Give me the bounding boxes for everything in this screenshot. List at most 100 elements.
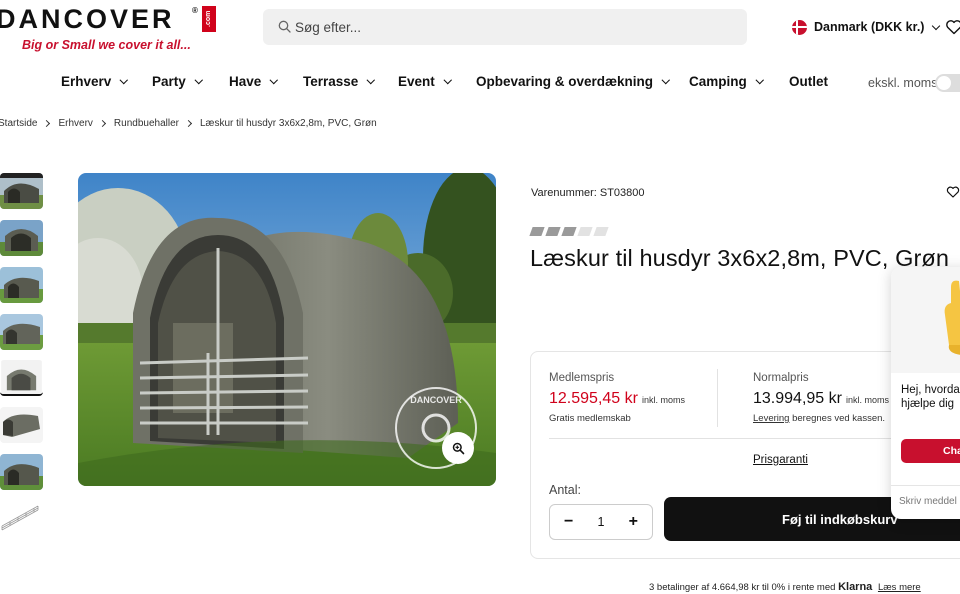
normal-price-value: 13.994,95 kr [753, 390, 842, 407]
nav-item-erhverv[interactable]: Erhverv [61, 74, 128, 89]
chevron-down-icon [367, 76, 375, 84]
nav-label: Party [152, 74, 186, 89]
quantity-increase-button[interactable]: + [629, 513, 638, 531]
zoom-button[interactable] [442, 432, 474, 464]
quantity-label: Antal: [549, 483, 581, 497]
star-icon [545, 227, 561, 236]
chevron-down-icon [194, 76, 203, 84]
member-price-value: 12.595,45 kr [549, 390, 638, 407]
search-icon [278, 20, 291, 33]
normal-price-block: Normalpris 13.994,95 kr inkl. moms Leveri… [753, 372, 889, 424]
wishlist-heart-icon[interactable] [945, 18, 960, 36]
thumbnail-image[interactable] [0, 173, 43, 209]
breadcrumb-item[interactable]: Rundbuehaller [114, 118, 179, 129]
thumbnail-image[interactable] [0, 454, 43, 490]
nav-label: Outlet [789, 74, 828, 89]
star-icon [561, 227, 577, 236]
thumbnail-image[interactable] [0, 500, 43, 536]
product-sku: Varenummer: ST03800 [531, 187, 645, 199]
search-bar[interactable] [263, 9, 747, 45]
chat-greeting: Hej, hvorda hjælpe dig [901, 383, 960, 411]
star-icon [593, 227, 609, 236]
nav-item-camping[interactable]: Camping [689, 74, 764, 89]
chevron-down-icon [120, 76, 128, 84]
search-input[interactable] [295, 9, 735, 45]
member-price-suffix: inkl. moms [641, 395, 685, 405]
nav-item-party[interactable]: Party [152, 74, 203, 89]
normal-price: 13.994,95 kr inkl. moms [753, 390, 889, 408]
breadcrumb-item[interactable]: Startside [0, 118, 37, 129]
nav-label: Have [229, 74, 262, 89]
nav-item-outlet[interactable]: Outlet [789, 74, 828, 89]
chat-greeting-line: Hej, hvorda [901, 384, 960, 396]
chevron-right-icon [98, 119, 106, 128]
vat-toggle[interactable] [935, 74, 960, 92]
delivery-link[interactable]: Levering [753, 413, 789, 424]
delivery-note: Levering beregnes ved kassen. [753, 413, 889, 424]
chat-widget: Hej, hvorda hjælpe dig Cha Skriv meddel [891, 267, 960, 519]
country-selector[interactable]: Danmark (DKK kr.) [792, 18, 941, 36]
star-icon [577, 227, 593, 236]
thumbnail-image[interactable] [0, 407, 43, 443]
nav-label: Opbevaring & overdækning [476, 74, 654, 89]
zoom-icon [452, 442, 464, 454]
chat-header [891, 267, 960, 373]
thumbnail-image[interactable] [0, 314, 43, 350]
nav-item-have[interactable]: Have [229, 74, 278, 89]
product-main-image[interactable]: DANCOVER [78, 173, 496, 486]
logo-registered-mark: ® [192, 6, 198, 15]
chat-message-input[interactable]: Skriv meddel [899, 496, 957, 507]
normal-price-suffix: inkl. moms [845, 395, 889, 405]
product-rating[interactable] [529, 227, 609, 236]
klarna-info: 3 betalinger af 4.664,98 kr til 0% i ren… [649, 581, 921, 593]
normal-price-label: Normalpris [753, 372, 809, 384]
thumbnail-image-selected[interactable] [0, 360, 43, 396]
logo-com-badge: .com [202, 6, 216, 32]
klarna-read-more-link[interactable]: Læs mere [878, 582, 921, 593]
nav-label: Terrasse [303, 74, 359, 89]
product-title: Læskur til husdyr 3x6x2,8m, PVC, Grøn [530, 245, 950, 271]
member-price-block: Medlemspris 12.595,45 kr inkl. moms Grati… [549, 372, 685, 424]
thumbnail-image[interactable] [0, 220, 43, 256]
denmark-flag-icon [792, 19, 807, 35]
chevron-right-icon [184, 119, 193, 128]
klarna-text: 3 betalinger af 4.664,98 kr til 0% i ren… [649, 582, 836, 593]
divider [891, 485, 960, 486]
vat-toggle-label: ekskl. moms [868, 76, 938, 90]
product-photo: DANCOVER [78, 173, 496, 486]
divider [717, 369, 718, 427]
member-note: Gratis medlemskab [549, 413, 631, 424]
logo-wordmark: DANCOVER [0, 4, 175, 34]
delivery-note-text: beregnes ved kassen. [792, 413, 886, 424]
chevron-down-icon [755, 76, 764, 84]
chevron-right-icon [43, 119, 51, 128]
quantity-value[interactable]: 1 [598, 515, 605, 529]
price-guarantee-link[interactable]: Prisgaranti [753, 454, 808, 466]
star-icon [529, 227, 545, 236]
breadcrumb-item[interactable]: Erhverv [58, 118, 92, 129]
chat-start-button[interactable]: Cha [901, 439, 960, 463]
nav-item-opbevaring[interactable]: Opbevaring & overdækning [476, 74, 670, 89]
quantity-decrease-button[interactable]: − [564, 513, 573, 531]
chevron-down-icon [932, 21, 941, 30]
breadcrumb-current: Læskur til husdyr 3x6x2,8m, PVC, Grøn [199, 118, 377, 129]
chat-greeting-line: hjælpe dig [901, 398, 955, 410]
nav-label: Event [398, 74, 435, 89]
watermark-text: DANCOVER [410, 395, 462, 405]
waving-hand-icon [944, 280, 960, 355]
chevron-down-icon [270, 76, 278, 84]
klarna-logo: Klarna [838, 581, 873, 593]
country-label: Danmark (DKK kr.) [814, 20, 925, 34]
chevron-down-icon [661, 76, 670, 84]
nav-label: Erhverv [61, 74, 112, 89]
thumbnail-image[interactable] [0, 267, 43, 303]
logo[interactable]: DANCOVER ® .com Big or Small we cover it… [0, 2, 220, 54]
nav-item-event[interactable]: Event [398, 74, 452, 89]
logo-tagline: Big or Small we cover it all... [22, 38, 191, 52]
breadcrumb: Startside Erhverv Rundbuehaller Læskur t… [0, 118, 377, 129]
nav-item-terrasse[interactable]: Terrasse [303, 74, 375, 89]
quantity-stepper: − 1 + [549, 504, 653, 540]
wishlist-heart-icon[interactable] [946, 185, 960, 199]
chevron-down-icon [443, 76, 452, 84]
member-price: 12.595,45 kr inkl. moms [549, 390, 685, 408]
